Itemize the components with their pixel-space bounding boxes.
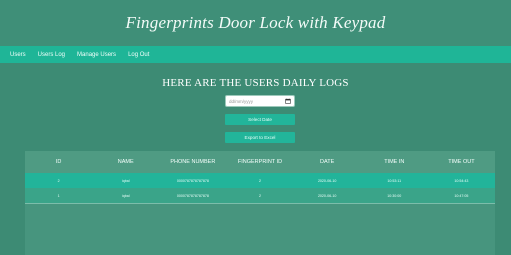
top-navbar: Users Users Log Manage Users Log Out [0,46,511,63]
cell-name: iqbal [121,193,130,198]
cell-time-out: 10:54:43 [454,178,469,183]
nav-item-users-log[interactable]: Users Log [38,52,65,58]
nav-item-manage-users[interactable]: Manage Users [77,52,116,58]
site-title: Fingerprints Door Lock with Keypad [125,13,386,32]
table-row: 1 iqbal 0000787878787878 2 2020-06-10 10… [25,188,495,203]
cell-fingerprint-id: 2 [258,193,261,198]
cell-time-in: 10:53:11 [387,178,402,183]
nav-item-users[interactable]: Users [10,52,26,58]
cell-name: iqbal [121,178,130,183]
cell-date: 2020-06-10 [317,178,337,183]
column-header-id: ID [55,159,62,165]
date-input-placeholder: dd/mm/yyyy [229,98,254,104]
cell-id: 1 [57,193,60,198]
cell-date: 2020-06-10 [317,193,337,198]
date-input[interactable]: dd/mm/yyyy [225,95,295,107]
column-header-time-out: TIME OUT [448,159,475,165]
cell-time-in: 10:30:00 [387,193,402,198]
column-header-date: DATE [320,159,335,165]
nav-item-log-out[interactable]: Log Out [128,52,149,58]
cell-fingerprint-id: 2 [258,178,261,183]
export-excel-button[interactable]: Export to Excel [225,132,295,143]
column-header-name: NAME [117,159,134,165]
site-header: Fingerprints Door Lock with Keypad [0,0,511,46]
cell-time-out: 10:47:05 [454,193,469,198]
table-row: 2 iqbal 0000787878787878 2 2020-06-10 10… [25,173,495,188]
select-date-button[interactable]: Select Date [225,114,295,125]
cell-id: 2 [57,178,60,183]
page-heading: HERE ARE THE USERS DAILY LOGS [162,77,349,89]
column-header-phone: PHONE NUMBER [170,159,216,165]
table-header-row: ID NAME PHONE NUMBER FINGERPRINT ID DATE… [25,151,495,173]
cell-phone: 0000787878787878 [176,193,209,198]
main-content: HERE ARE THE USERS DAILY LOGS dd/mm/yyyy… [0,63,511,255]
column-header-time-in: TIME IN [384,159,405,165]
calendar-icon[interactable] [285,98,291,104]
row-divider [25,203,495,204]
logs-table: ID NAME PHONE NUMBER FINGERPRINT ID DATE… [25,151,495,255]
column-header-fingerprint-id: FINGERPRINT ID [237,159,283,165]
cell-phone: 0000787878787878 [176,178,209,183]
